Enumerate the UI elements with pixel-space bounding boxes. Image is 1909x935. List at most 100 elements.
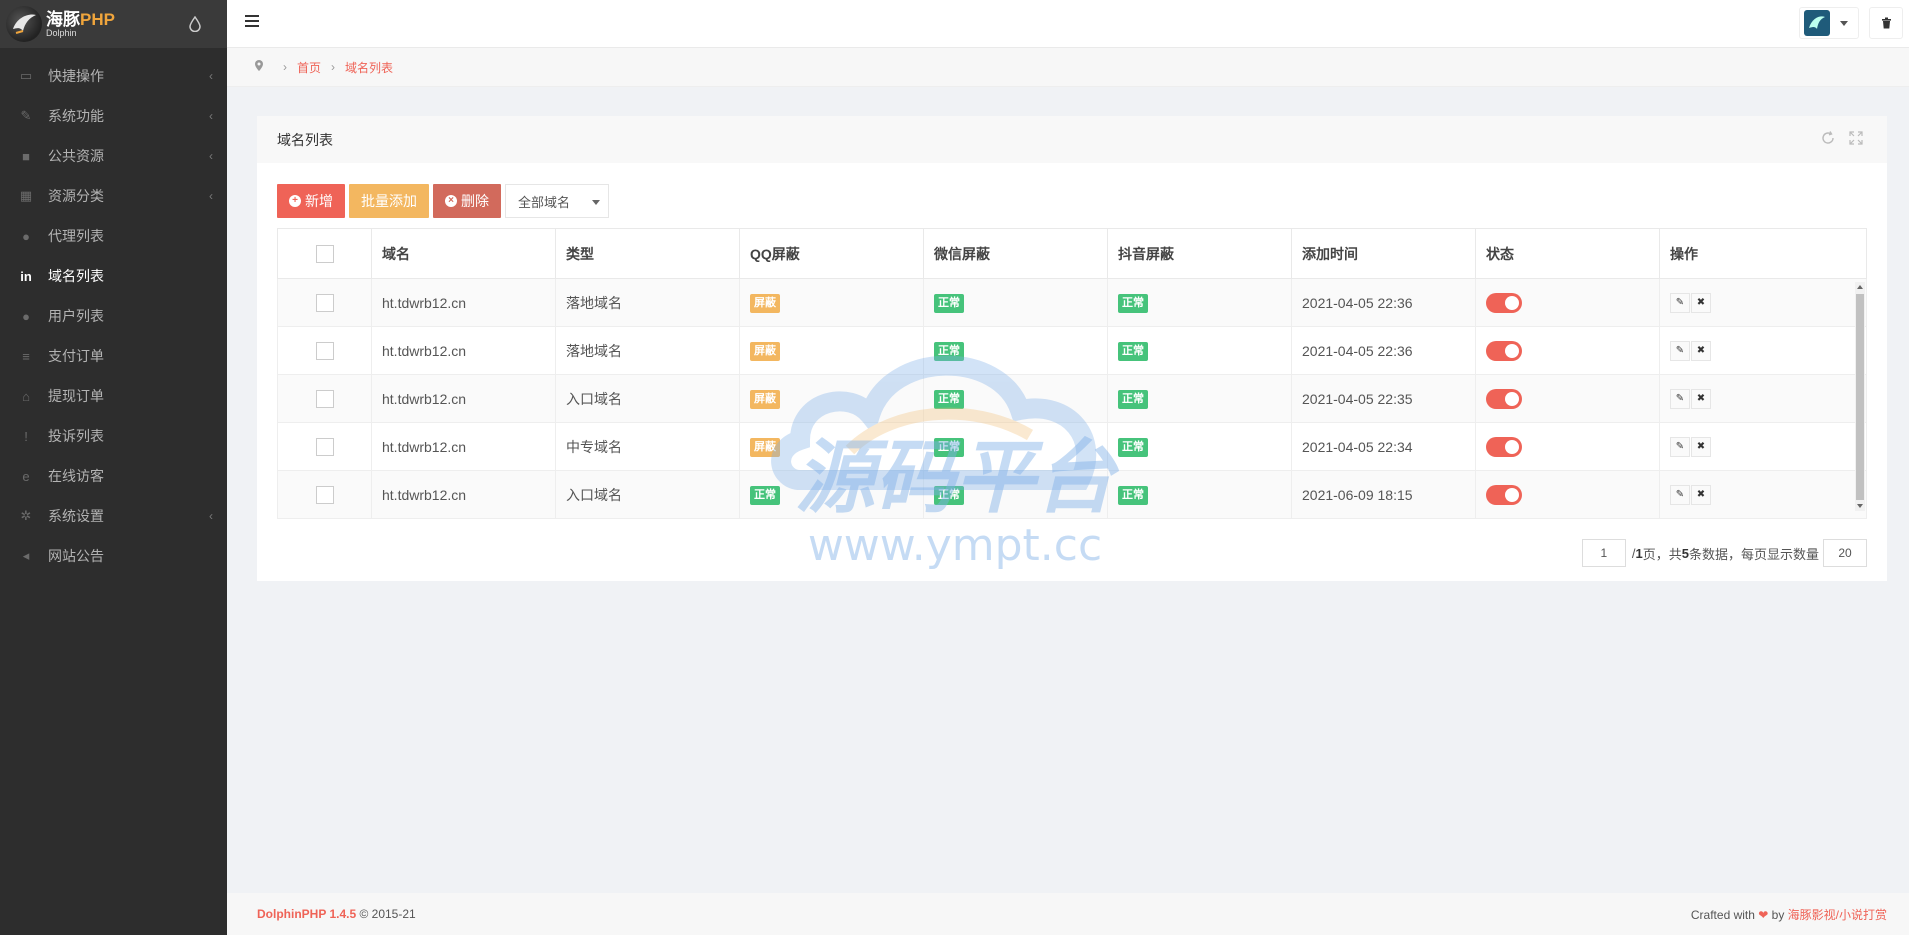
sidebar-item[interactable]: e 在线访客 <box>0 456 227 496</box>
status-toggle[interactable] <box>1486 388 1522 409</box>
row-checkbox[interactable] <box>315 485 334 504</box>
refresh-icon[interactable] <box>1821 131 1835 148</box>
edit-icon[interactable]: ✎ <box>1670 484 1690 505</box>
sidebar-item[interactable]: ◂ 网站公告 <box>0 536 227 576</box>
edit-icon[interactable]: ✎ <box>1670 340 1690 361</box>
time-cell: 2021-06-09 18:15 <box>1291 470 1476 519</box>
sidebar-item-label: 资源分类 <box>48 188 104 204</box>
page-size-input[interactable]: 20 <box>1823 539 1867 567</box>
table-row: ht.tdwrb12.cn 落地域名 屏蔽 正常 正常 2021-04-05 22:36 ✎… <box>277 326 1867 375</box>
qq-cell: 屏蔽 <box>739 422 924 471</box>
menu-toggle-icon[interactable] <box>245 15 259 29</box>
clear-cache-button[interactable] <box>1869 7 1903 39</box>
column-header[interactable]: 抖音屏蔽 <box>1107 228 1292 279</box>
wechat-cell: 正常 <box>923 422 1108 471</box>
close-icon[interactable]: ✖ <box>1691 292 1711 313</box>
heart-icon: ❤ <box>1758 907 1769 922</box>
bank-icon: ⌂ <box>22 388 30 404</box>
panel-title: 域名列表 <box>277 131 333 148</box>
sidebar-item[interactable]: in 域名列表 <box>0 256 227 296</box>
domain-filter-select[interactable]: 全部域名 <box>505 184 609 218</box>
breadcrumb-home-link[interactable]: 首页 <box>297 59 321 76</box>
wrench-icon: ✎ <box>20 108 32 123</box>
footer-copyright: © 2015-21 <box>356 907 416 921</box>
add-button[interactable]: + 新增 <box>277 184 345 218</box>
sidebar-item[interactable]: ≡ 支付订单 <box>0 336 227 376</box>
row-select-cell <box>277 278 372 327</box>
domain-cell: ht.tdwrb12.cn <box>371 326 556 375</box>
row-select-cell <box>277 326 372 375</box>
linkedin-icon: in <box>20 268 32 284</box>
chevron-left-icon: ‹ <box>209 189 213 203</box>
batch-add-button[interactable]: 批量添加 <box>349 184 429 218</box>
logo-subtitle: Dolphin <box>46 27 77 38</box>
status-badge: 屏蔽 <box>750 293 780 313</box>
edit-icon[interactable]: ✎ <box>1670 388 1690 409</box>
sidebar-item-label: 支付订单 <box>48 348 104 364</box>
time-cell: 2021-04-05 22:36 <box>1291 326 1476 375</box>
status-toggle[interactable] <box>1486 484 1522 505</box>
dolphin-logo-icon[interactable] <box>6 6 42 42</box>
status-toggle[interactable] <box>1486 436 1522 457</box>
status-toggle[interactable] <box>1486 292 1522 313</box>
table-scrollbar[interactable] <box>1855 282 1865 511</box>
scroll-down-icon[interactable] <box>1857 504 1863 508</box>
select-all-checkbox[interactable] <box>315 244 334 263</box>
close-icon[interactable]: ✖ <box>1691 436 1711 457</box>
column-header[interactable]: 添加时间 <box>1291 228 1476 279</box>
sidebar-item[interactable]: ✎ 系统功能 ‹ <box>0 96 227 136</box>
column-header[interactable]: 微信屏蔽 <box>923 228 1108 279</box>
column-header[interactable]: 域名 <box>371 228 556 279</box>
page-input[interactable]: 1 <box>1581 539 1626 567</box>
status-toggle[interactable] <box>1486 340 1522 361</box>
pager-pages-suffix: 页，共 <box>1642 546 1682 562</box>
user-dropdown[interactable] <box>1799 7 1859 39</box>
row-checkbox[interactable] <box>315 389 334 408</box>
sidebar-item-label: 在线访客 <box>48 468 104 484</box>
column-header[interactable]: 状态 <box>1475 228 1660 279</box>
footer-brand-link[interactable]: DolphinPHP 1.4.5 <box>257 907 356 921</box>
gear-icon: ✲ <box>20 508 32 523</box>
actions-cell: ✎ ✖ <box>1659 470 1867 519</box>
column-header[interactable]: 类型 <box>555 228 740 279</box>
douyin-cell: 正常 <box>1107 278 1292 327</box>
scroll-thumb[interactable] <box>1856 294 1864 500</box>
fullscreen-icon[interactable] <box>1849 131 1863 148</box>
close-icon[interactable]: ✖ <box>1691 340 1711 361</box>
column-header[interactable]: QQ屏蔽 <box>739 228 924 279</box>
status-badge: 正常 <box>1118 485 1148 505</box>
row-checkbox[interactable] <box>315 437 334 456</box>
sidebar-item[interactable]: ⌂ 提现订单 <box>0 376 227 416</box>
sidebar-item[interactable]: ● 用户列表 <box>0 296 227 336</box>
sidebar-item[interactable]: ✲ 系统设置 ‹ <box>0 496 227 536</box>
row-checkbox[interactable] <box>315 293 334 312</box>
sidebar-item[interactable]: ● 代理列表 <box>0 216 227 256</box>
edit-icon[interactable]: ✎ <box>1670 292 1690 313</box>
sidebar-item[interactable]: ! 投诉列表 <box>0 416 227 456</box>
delete-button[interactable]: × 删除 <box>433 184 501 218</box>
close-icon[interactable]: ✖ <box>1691 484 1711 505</box>
sidebar-item[interactable]: ▦ 资源分类 ‹ <box>0 176 227 216</box>
time-cell: 2021-04-05 22:35 <box>1291 374 1476 423</box>
footer: DolphinPHP 1.4.5 © 2015-21 Crafted with … <box>227 893 1909 935</box>
column-header[interactable]: 操作 <box>1659 228 1867 279</box>
sidebar-item-label: 代理列表 <box>48 228 104 244</box>
douyin-cell: 正常 <box>1107 374 1292 423</box>
close-icon[interactable]: ✖ <box>1691 388 1711 409</box>
type-cell: 入口域名 <box>555 374 740 423</box>
scroll-up-icon[interactable] <box>1857 285 1863 289</box>
breadcrumb-current[interactable]: 域名列表 <box>345 59 393 76</box>
footer-author-link[interactable]: 海豚影视/小说打赏 <box>1788 908 1887 922</box>
sidebar-item[interactable]: ▭ 快捷操作 ‹ <box>0 56 227 96</box>
sidebar-item-label: 快捷操作 <box>48 68 104 84</box>
row-checkbox[interactable] <box>315 341 334 360</box>
domain-cell: ht.tdwrb12.cn <box>371 422 556 471</box>
sidebar-nav: ▭ 快捷操作 ‹ ✎ 系统功能 ‹ ■ 公共资源 ‹ ▦ 资源分类 ‹ ● 代理列表 in 域名列表 ● 用户列表… <box>0 48 227 576</box>
edit-icon[interactable]: ✎ <box>1670 436 1690 457</box>
sidebar-item-label: 公共资源 <box>48 148 104 164</box>
status-badge: 正常 <box>1118 341 1148 361</box>
sidebar-item[interactable]: ■ 公共资源 ‹ <box>0 136 227 176</box>
status-badge: 正常 <box>750 485 780 505</box>
theme-drop-icon[interactable] <box>189 15 203 33</box>
type-cell: 入口域名 <box>555 470 740 519</box>
